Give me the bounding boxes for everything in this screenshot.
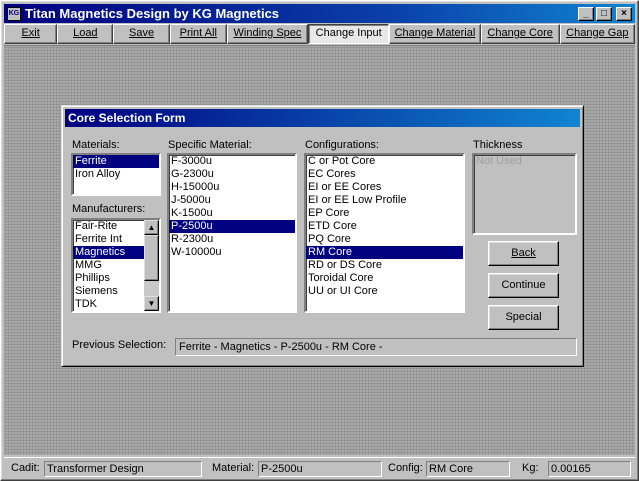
menu-change-material[interactable]: Change Material [389, 24, 481, 44]
list-item[interactable]: Siemens [73, 285, 144, 298]
list-item[interactable]: ETD Core [306, 220, 463, 233]
back-button[interactable]: Back [488, 241, 559, 266]
kg-value: 0.00165 [548, 461, 631, 477]
continue-button[interactable]: Continue [488, 273, 559, 298]
list-item[interactable]: Iron Alloy [73, 168, 159, 181]
manufacturers-label: Manufacturers: [72, 203, 146, 215]
list-item[interactable]: H-15000u [169, 181, 295, 194]
thickness-list: Not Used [472, 153, 577, 235]
materials-label: Materials: [72, 139, 120, 151]
window-title: Titan Magnetics Design by KG Magnetics [25, 6, 280, 21]
cadit-label: Cadit: [11, 462, 40, 474]
config-value: RM Core [426, 461, 510, 477]
scroll-up-arrow-icon[interactable]: ▲ [144, 220, 159, 235]
close-button[interactable]: × [616, 6, 632, 21]
minimize-button[interactable]: _ [578, 6, 594, 21]
specific-material-label: Specific Material: [168, 139, 252, 151]
configurations-list[interactable]: C or Pot Core EC Cores EI or EE Cores EI or… [304, 153, 465, 313]
core-selection-dialog: Core Selection Form Materials: Ferrite Ir… [61, 105, 584, 367]
list-item[interactable]: TDK [73, 298, 144, 311]
cadit-value: Transformer Design [44, 461, 202, 477]
thickness-label: Thickness [473, 139, 523, 151]
app-icon[interactable]: KG [7, 6, 21, 21]
list-item[interactable]: PQ Core [306, 233, 463, 246]
menu-change-core[interactable]: Change Core [480, 24, 560, 44]
menu-change-input[interactable]: Change Input [308, 24, 390, 44]
menu-change-gap[interactable]: Change Gap [559, 24, 635, 44]
material-value: P-2500u [258, 461, 382, 477]
menu-bar: Exit Load Save Print All Winding Spec Ch… [4, 24, 635, 44]
list-item[interactable]: R-2300u [169, 233, 295, 246]
list-item[interactable]: Ferrite [73, 155, 159, 168]
kg-label: Kg: [522, 462, 539, 474]
list-item[interactable]: EI or EE Low Profile [306, 194, 463, 207]
configurations-label: Configurations: [305, 139, 379, 151]
list-item[interactable]: Ferrite Int [73, 233, 144, 246]
list-item[interactable]: F-3000u [169, 155, 295, 168]
previous-selection-label: Previous Selection: [72, 339, 167, 351]
list-item[interactable]: W-10000u [169, 246, 295, 259]
menu-exit[interactable]: Exit [4, 24, 58, 44]
scroll-down-arrow-icon[interactable]: ▼ [144, 296, 159, 311]
manufacturers-list[interactable]: Fair-Rite Ferrite Int Magnetics MMG Phillips… [71, 218, 161, 313]
scroll-thumb[interactable] [144, 235, 159, 281]
menu-winding-spec[interactable]: Winding Spec [226, 24, 309, 44]
title-bar[interactable]: KG Titan Magnetics Design by KG Magnetic… [4, 4, 635, 23]
list-item[interactable]: EP Core [306, 207, 463, 220]
list-item[interactable]: EC Cores [306, 168, 463, 181]
manufacturers-scrollbar[interactable]: ▲ ▼ [144, 220, 159, 311]
list-item: Not Used [476, 155, 522, 167]
list-item[interactable]: J-5000u [169, 194, 295, 207]
list-item[interactable]: Phillips [73, 272, 144, 285]
materials-list[interactable]: Ferrite Iron Alloy [71, 153, 161, 196]
status-bar: Cadit: Transformer Design Material: P-25… [4, 457, 635, 479]
list-item[interactable]: RM Core [306, 246, 463, 259]
list-item[interactable]: P-2500u [169, 220, 295, 233]
list-item[interactable]: UU or UI Core [306, 285, 463, 298]
list-item[interactable]: K-1500u [169, 207, 295, 220]
menu-print-all[interactable]: Print All [169, 24, 227, 44]
previous-selection-value: Ferrite - Magnetics - P-2500u - RM Core … [175, 338, 577, 356]
main-window: KG Titan Magnetics Design by KG Magnetic… [0, 0, 639, 481]
menu-save[interactable]: Save [113, 24, 170, 44]
menu-load[interactable]: Load [57, 24, 114, 44]
back-button-label: Back [511, 247, 536, 259]
config-label: Config: [388, 462, 423, 474]
specific-material-list[interactable]: F-3000u G-2300u H-15000u J-5000u K-1500u P-25… [167, 153, 297, 313]
list-item[interactable]: Toroidal Core [306, 272, 463, 285]
list-item[interactable]: RD or DS Core [306, 259, 463, 272]
list-item[interactable]: EI or EE Cores [306, 181, 463, 194]
list-item[interactable]: MMG [73, 259, 144, 272]
maximize-button[interactable]: □ [596, 6, 612, 21]
dialog-title: Core Selection Form [65, 109, 580, 127]
list-item[interactable]: C or Pot Core [306, 155, 463, 168]
list-item[interactable]: Magnetics [73, 246, 144, 259]
list-item[interactable]: G-2300u [169, 168, 295, 181]
material-label: Material: [212, 462, 255, 474]
list-item[interactable]: Fair-Rite [73, 220, 144, 233]
special-button[interactable]: Special [488, 305, 559, 330]
